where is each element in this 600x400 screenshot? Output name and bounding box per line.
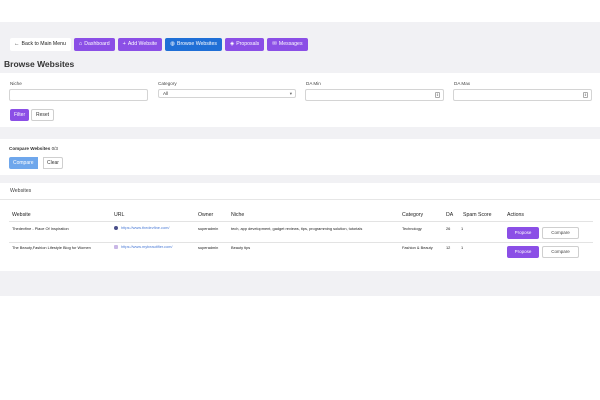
row1-category: Technology [402,226,422,231]
da-min-label: DA Min [306,81,321,86]
plus-icon: + [122,41,126,47]
compare-label-text: Compare Websites [9,146,51,151]
row2-compare-button[interactable]: Compare [542,246,579,258]
row2-url-link[interactable]: https://www.mybeautifier.com/ [121,244,172,249]
row1-website: Thedevfine - Place Of Inspiration [12,226,69,231]
browse-websites-label: Browse Websites [176,41,217,47]
column-header-website: Website [12,212,31,218]
filter-button[interactable]: Filter [10,109,30,121]
envelope-icon: ✉ [272,41,277,47]
column-header-actions: Actions [507,212,525,218]
category-value: All [163,91,169,96]
websites-card-header [0,183,600,200]
column-header-url: URL [114,212,125,218]
niche-label: Niche [10,81,22,86]
row1-propose-button[interactable]: Propose [507,227,539,239]
column-header-da: DA [446,212,454,218]
messages-label: Messages [278,41,303,47]
row2-website: The Beauty,Fashion Lifestyle Blog for Wo… [12,245,91,250]
compare-card [0,139,600,175]
site-favicon-icon [114,244,118,249]
add-website-button[interactable]: + Add Website [117,38,163,51]
column-header-owner: Owner [198,212,214,218]
column-header-category: Category [402,212,424,218]
row1-compare-button[interactable]: Compare [542,227,579,239]
table-header-divider [9,221,593,222]
category-label: Category [158,81,177,86]
dashboard-button[interactable]: ⌂ Dashboard [73,38,115,51]
home-icon: ⌂ [78,41,83,47]
da-max-label: DA Max [454,81,471,86]
row1-da: 26 [446,226,451,231]
column-header-niche: Niche [231,212,245,218]
row1-spam-score: 1 [461,226,464,231]
proposals-label: Proposals [236,41,260,47]
row1-url-link[interactable]: https://www.thedevfine.com/ [121,225,169,230]
category-select[interactable]: All ▾ [158,89,296,98]
row2-spam-score: 1 [461,245,464,250]
nav-bar: ← Back to Main Menu ⌂ Dashboard + Add We… [10,38,308,51]
chevron-down-icon: ▾ [289,91,292,96]
row2-url-cell: https://www.mybeautifier.com/ [114,244,172,249]
reset-button[interactable]: Reset [31,109,55,121]
column-header-spam-score: Spam Score [463,212,492,218]
globe-icon: ◍ [170,41,175,47]
compare-count: 0/3 [51,146,58,151]
dashboard-label: Dashboard [84,41,110,47]
row1-owner: superadmin [198,226,219,231]
row-divider [9,242,593,243]
row2-owner: superadmin [198,245,219,250]
stepper-icon[interactable]: ⇕ [583,92,588,98]
compare-button[interactable]: Compare [9,157,38,169]
page-title: Browse Websites [4,59,75,69]
row2-da: 12 [446,245,451,250]
da-max-input[interactable]: ⇕ [453,89,592,101]
back-label: Back to Main Menu [21,41,66,47]
row2-niche: Beauty tips [231,245,251,250]
da-min-input[interactable]: ⇕ [305,89,444,101]
row1-url-cell: https://www.thedevfine.com/ [114,225,169,230]
proposals-button[interactable]: ◈ Proposals [224,38,265,51]
site-favicon-icon [114,225,118,230]
back-to-main-menu-button[interactable]: ← Back to Main Menu [10,38,71,51]
niche-input[interactable] [9,89,148,101]
websites-title: Websites [10,188,32,194]
stepper-icon[interactable]: ⇕ [435,92,440,98]
messages-button[interactable]: ✉ Messages [267,38,308,51]
top-bar [0,0,600,22]
handshake-icon: ◈ [229,41,235,47]
browse-websites-button[interactable]: ◍ Browse Websites [165,38,222,51]
compare-websites-label: Compare Websites 0/3 [9,146,58,151]
arrow-left-icon: ← [14,41,20,47]
add-website-label: Add Website [127,41,158,47]
row2-propose-button[interactable]: Propose [507,246,539,258]
clear-button[interactable]: Clear [43,157,63,169]
row1-niche: tech, app development, gadget reviews, t… [231,226,363,231]
row2-category: Fashion & Beauty [402,245,433,250]
